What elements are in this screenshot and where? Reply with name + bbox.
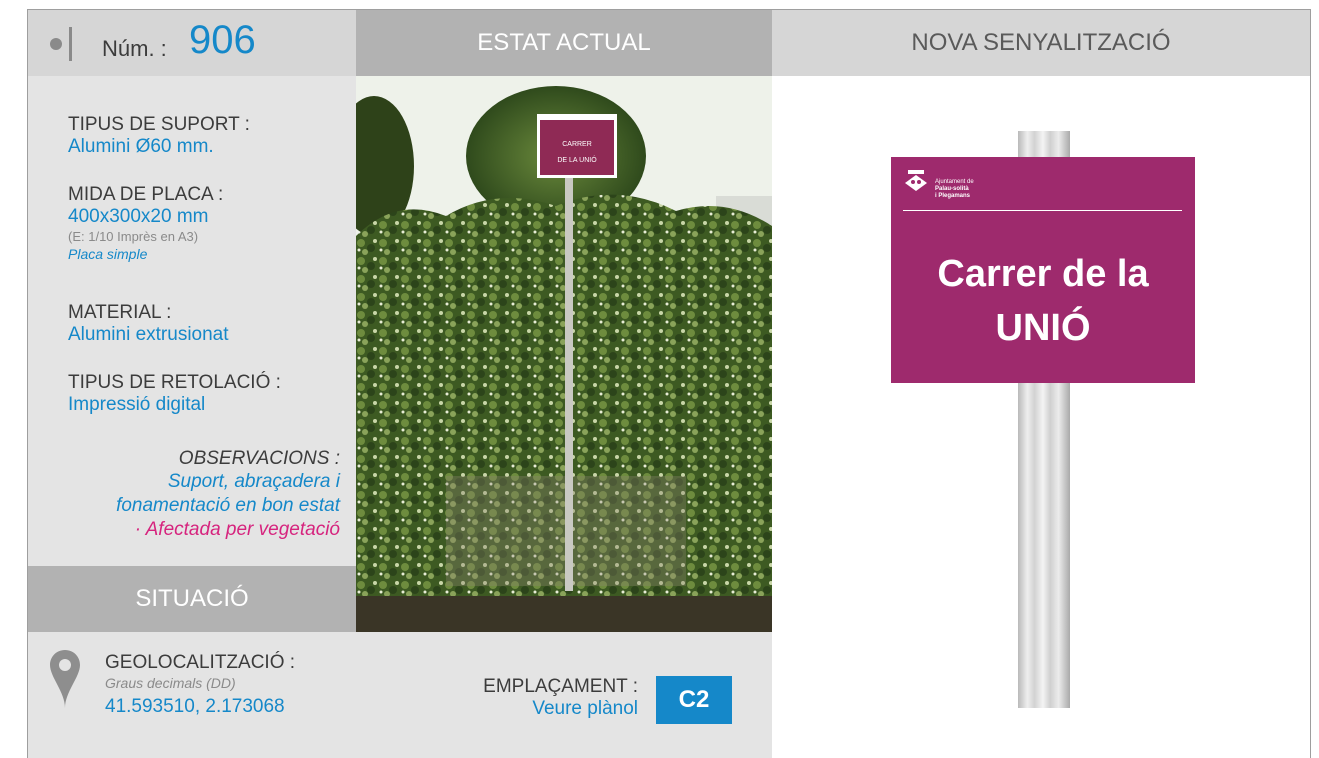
mida-field: MIDA DE PLACA : 400x300x20 mm (E: 1/10 I… — [68, 184, 223, 263]
situacio-title: SITUACIÓ — [135, 585, 249, 612]
num-label: Núm. : — [102, 36, 167, 61]
mida-type: Placa simple — [68, 246, 148, 262]
street-name-line-2: UNIÓ — [995, 307, 1091, 349]
ajuntament-name: Ajuntament de Palau-solità i Plegamans — [935, 179, 974, 200]
retolacio-label: TIPUS DE RETOLACIÓ : — [68, 372, 281, 393]
geolocation-value: 41.593510, 2.173068 — [105, 696, 285, 717]
bullet-icon — [50, 38, 62, 50]
situacio-header: SITUACIÓ — [28, 566, 356, 632]
current-state-photo: CARRER DE LA UNIÓ — [356, 76, 772, 632]
emplacament-link[interactable]: Veure plànol — [483, 698, 638, 720]
new-street-sign: Ajuntament de Palau-solità i Plegamans C… — [891, 157, 1195, 383]
mida-value: 400x300x20 mm — [68, 206, 209, 227]
observacions-field: OBSERVACIONS : Suport, abraçadera i fona… — [20, 448, 340, 542]
emplacament-code-badge: C2 — [656, 676, 732, 724]
location-panel: GEOLOCALITZACIÓ : Graus decimals (DD) 41… — [28, 632, 772, 758]
ajuntament-line-1: Ajuntament de — [935, 179, 974, 185]
material-field: MATERIAL : Alumini extrusionat — [68, 302, 229, 346]
nova-senyalitzacio-header: NOVA SENYALITZACIÓ — [772, 10, 1310, 76]
observacions-warning: · Afectada per vegetació — [134, 519, 340, 540]
observacions-line-1: Suport, abraçadera i — [167, 471, 340, 492]
emplacament-field: EMPLAÇAMENT : Veure plànol — [483, 676, 638, 720]
info-panel: TIPUS DE SUPORT : Alumini Ø60 mm. MIDA D… — [28, 76, 356, 566]
ajuntament-line-3: i Plegamans — [935, 193, 971, 199]
ajuntament-logo-icon — [905, 170, 927, 191]
mida-label: MIDA DE PLACA : — [68, 184, 224, 205]
geolocation-format: Graus decimals (DD) — [105, 675, 236, 691]
estat-actual-header: ESTAT ACTUAL — [356, 10, 772, 76]
num-value: 906 — [189, 18, 256, 62]
suport-label: TIPUS DE SUPORT : — [68, 114, 250, 135]
photo-sign-text-1: CARRER — [562, 141, 592, 148]
map-pin-icon — [50, 650, 80, 708]
ajuntament-line-2: Palau-solità — [935, 186, 969, 192]
emplacament-label: EMPLAÇAMENT : — [483, 676, 638, 697]
estat-actual-title: ESTAT ACTUAL — [477, 29, 651, 56]
sign-divider — [903, 210, 1182, 211]
number-header: Núm. : 906 — [28, 10, 356, 76]
street-name-line-1: Carrer de la — [937, 253, 1149, 295]
suport-value: Alumini Ø60 mm. — [68, 136, 214, 157]
material-value: Alumini extrusionat — [68, 324, 229, 345]
material-label: MATERIAL : — [68, 302, 172, 323]
mida-scale: (E: 1/10 Imprès en A3) — [68, 229, 199, 244]
nova-senyalitzacio-title: NOVA SENYALITZACIÓ — [911, 29, 1171, 56]
street-name: Carrer de la UNIÓ — [891, 247, 1195, 355]
geolocation-label: GEOLOCALITZACIÓ : — [105, 652, 296, 673]
suport-field: TIPUS DE SUPORT : Alumini Ø60 mm. — [68, 114, 250, 158]
geolocation-field: GEOLOCALITZACIÓ : Graus decimals (DD) 41… — [105, 652, 295, 722]
photo-illustration: CARRER DE LA UNIÓ — [356, 76, 772, 632]
retolacio-value: Impressió digital — [68, 394, 206, 415]
retolacio-field: TIPUS DE RETOLACIÓ : Impressió digital — [68, 372, 281, 416]
observacions-label: OBSERVACIONS : — [178, 448, 340, 469]
photo-sign-text-2: DE LA UNIÓ — [557, 155, 597, 164]
observacions-line-2: fonamentació en bon estat — [116, 495, 340, 516]
divider-bar — [69, 27, 72, 61]
